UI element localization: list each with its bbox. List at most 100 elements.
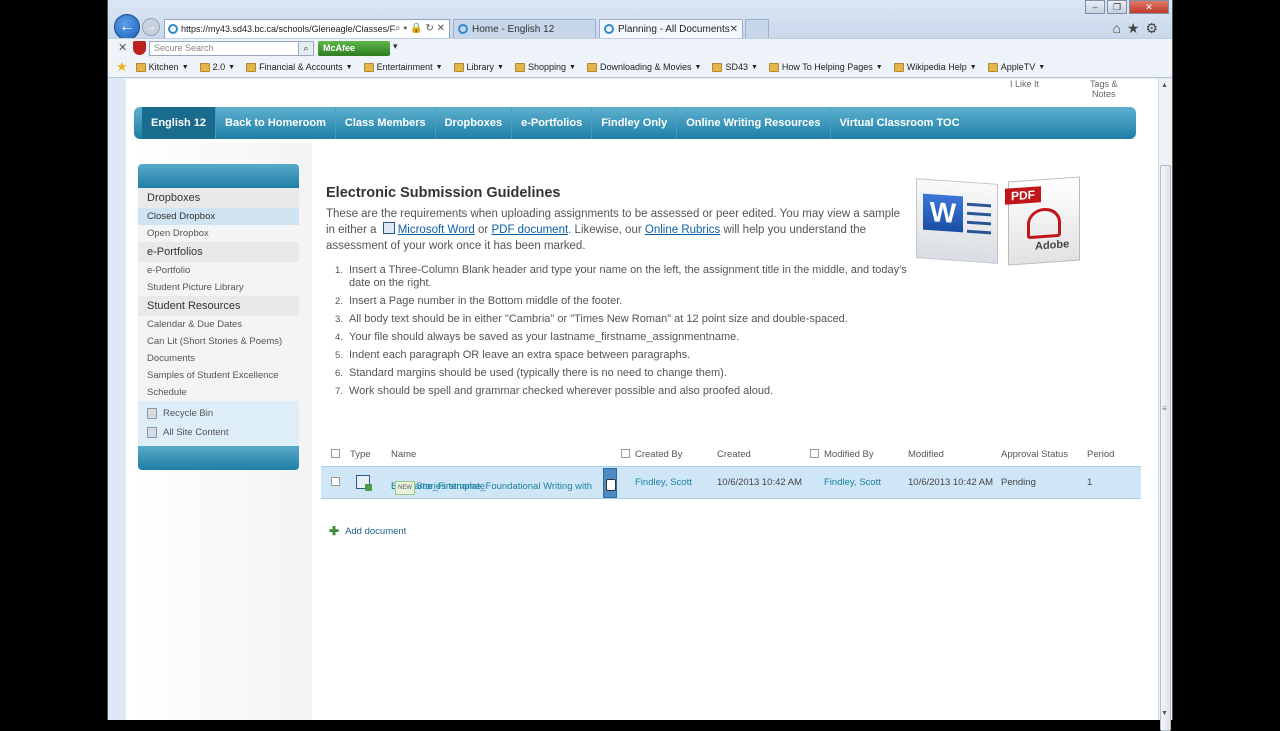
sidebar-item-2-3[interactable]: Samples of Student Excellence: [138, 367, 299, 384]
sidebar-item-0-1[interactable]: Open Dropbox: [138, 225, 299, 242]
file-type-logos: W PDF Adobe: [916, 176, 1086, 269]
favorite-folder-0[interactable]: Kitchen ▼: [135, 62, 189, 72]
col-created[interactable]: Created: [717, 449, 751, 460]
pdf-sample-link[interactable]: PDF document: [491, 224, 568, 236]
modified-value: 10/6/2013 10:42 AM: [908, 477, 994, 488]
browser-window: ← → https://my43.sd43.bc.ca/schools/Glen…: [107, 0, 1173, 731]
nav-tab-4[interactable]: e-Portfolios: [512, 107, 593, 139]
tab-planning[interactable]: Planning - All Documents ✕: [599, 19, 743, 39]
add-document-button[interactable]: ✚ Add document: [329, 524, 406, 538]
nav-tab-1[interactable]: Back to Homeroom: [216, 107, 336, 139]
sidebar-item-2-4[interactable]: Schedule: [138, 384, 299, 401]
home-favorites-settings-icons[interactable]: ⌂★⚙: [1112, 20, 1164, 37]
i-like-it-link[interactable]: I Like It: [1010, 79, 1039, 89]
folder-icon: [586, 62, 597, 72]
col-created-by[interactable]: Created By: [635, 449, 683, 460]
search-icon[interactable]: ⌕: [298, 41, 314, 56]
row-checkbox[interactable]: [331, 477, 340, 488]
close-tab-icon[interactable]: ✕: [730, 20, 738, 39]
nav-tab-3[interactable]: Dropboxes: [436, 107, 513, 139]
quick-launch-footer: [138, 446, 299, 470]
close-window-button[interactable]: ✕: [1129, 0, 1169, 14]
col-created-by-checkbox[interactable]: [621, 449, 630, 460]
item-menu-button[interactable]: [603, 468, 617, 498]
favorite-folder-4[interactable]: Library ▼: [453, 62, 504, 72]
modified-by-link[interactable]: Findley, Scott: [824, 477, 881, 488]
window-controls: – ❐ ✕: [1085, 0, 1169, 14]
folder-icon: [712, 62, 723, 72]
main-content: Electronic Submission Guidelines These a…: [326, 185, 926, 403]
col-modified[interactable]: Modified: [908, 449, 944, 460]
table-row[interactable]: Lastname_Firstname_Foundational Writing …: [321, 466, 1141, 499]
vertical-scrollbar[interactable]: ▲ ≡ ▼: [1158, 79, 1172, 731]
requirement-number: 7.: [335, 386, 343, 397]
col-modified-by-checkbox[interactable]: [810, 449, 819, 460]
recycle-bin-link[interactable]: Recycle Bin: [138, 404, 299, 423]
tags-line2: Notes: [1092, 89, 1116, 99]
address-bar[interactable]: https://my43.sd43.bc.ca/schools/Gleneagl…: [164, 19, 450, 39]
select-all-checkbox[interactable]: [331, 449, 340, 460]
mcafee-button[interactable]: McAfee: [318, 41, 390, 56]
favorite-folder-1[interactable]: 2.0 ▼: [199, 62, 235, 72]
favorite-folder-9[interactable]: Wikipedia Help ▼: [893, 62, 977, 72]
minimize-button[interactable]: –: [1085, 0, 1105, 14]
favorite-label: Wikipedia Help: [906, 62, 967, 72]
col-period[interactable]: Period: [1087, 449, 1114, 460]
back-button[interactable]: ←: [114, 14, 140, 40]
chevron-down-icon: ▼: [181, 63, 189, 71]
sidebar-item-2-0[interactable]: Calendar & Due Dates: [138, 316, 299, 333]
nav-tab-7[interactable]: Virtual Classroom TOC: [831, 107, 969, 139]
col-type[interactable]: Type: [350, 449, 371, 460]
col-name[interactable]: Name: [391, 449, 416, 460]
forward-button[interactable]: →: [142, 18, 160, 36]
online-rubrics-link[interactable]: Online Rubrics: [645, 224, 720, 236]
document-list: Type Name Created By Created Modified By…: [321, 444, 1141, 538]
chevron-down-icon: ▼: [569, 63, 576, 71]
sidebar-item-1-0[interactable]: e-Portfolio: [138, 262, 299, 279]
restore-button[interactable]: ❐: [1107, 0, 1127, 14]
created-by-link[interactable]: Findley, Scott: [635, 477, 692, 488]
favorite-folder-7[interactable]: SD43 ▼: [712, 62, 758, 72]
nav-tab-5[interactable]: Findley Only: [592, 107, 678, 139]
sidebar-section-2[interactable]: Student Resources: [138, 296, 299, 316]
recycle-bin-label: Recycle Bin: [163, 408, 214, 419]
favorite-folder-3[interactable]: Entertainment ▼: [363, 62, 443, 72]
social-links: I Like It Tags & Notes: [998, 79, 1148, 107]
nav-tab-0[interactable]: English 12: [142, 107, 217, 139]
requirement-text: Standard margins should be used (typical…: [349, 367, 727, 379]
word-sample-link[interactable]: Microsoft Word: [398, 224, 475, 236]
sidebar-item-2-2[interactable]: Documents: [138, 350, 299, 367]
favorite-folder-6[interactable]: Downloading & Movies ▼: [586, 62, 701, 72]
scrollbar-thumb[interactable]: [1160, 165, 1171, 731]
favorite-folder-10[interactable]: AppleTV ▼: [987, 62, 1045, 72]
favorite-folder-5[interactable]: Shopping ▼: [514, 62, 576, 72]
search-input[interactable]: Secure Search: [149, 41, 299, 56]
document-name-link[interactable]: Lastname_Firstname_Foundational Writing …: [391, 471, 601, 495]
likewise-text: . Likewise, our: [568, 224, 642, 236]
all-site-content-link[interactable]: All Site Content: [138, 423, 299, 442]
favorite-label: SD43: [725, 62, 748, 72]
nav-tab-6[interactable]: Online Writing Resources: [677, 107, 831, 139]
tab-home-english12[interactable]: Home - English 12: [453, 19, 596, 39]
sidebar-item-0-0[interactable]: Closed Dropbox: [138, 208, 299, 225]
folder-icon: [199, 62, 210, 72]
favorite-folder-8[interactable]: How To Helping Pages ▼: [768, 62, 883, 72]
scroll-up-icon[interactable]: ▲: [1161, 82, 1168, 89]
scroll-down-icon[interactable]: ▼: [1161, 710, 1168, 717]
tags-notes-link[interactable]: Tags & Notes: [1090, 79, 1118, 99]
sidebar-section-1[interactable]: e-Portfolios: [138, 242, 299, 262]
nav-tab-2[interactable]: Class Members: [336, 107, 436, 139]
tab-label: Planning - All Documents: [618, 24, 730, 35]
close-toolbar-icon[interactable]: ✕: [118, 41, 127, 54]
col-modified-by[interactable]: Modified By: [824, 449, 874, 460]
folder-icon: [453, 62, 464, 72]
sidebar-section-0[interactable]: Dropboxes: [138, 188, 299, 208]
favorite-folder-2[interactable]: Financial & Accounts ▼: [246, 62, 353, 72]
chevron-down-icon[interactable]: ▾: [393, 41, 398, 52]
sidebar-item-2-1[interactable]: Can Lit (Short Stories & Poems): [138, 333, 299, 350]
favorites-star-icon[interactable]: ★: [116, 59, 128, 75]
sidebar-item-1-1[interactable]: Student Picture Library: [138, 279, 299, 296]
new-tab-button[interactable]: [745, 19, 769, 39]
address-controls-icon[interactable]: ⌕ ▾ 🔒 ↻ ✕: [395, 20, 445, 38]
col-approval-status[interactable]: Approval Status: [1001, 449, 1068, 460]
